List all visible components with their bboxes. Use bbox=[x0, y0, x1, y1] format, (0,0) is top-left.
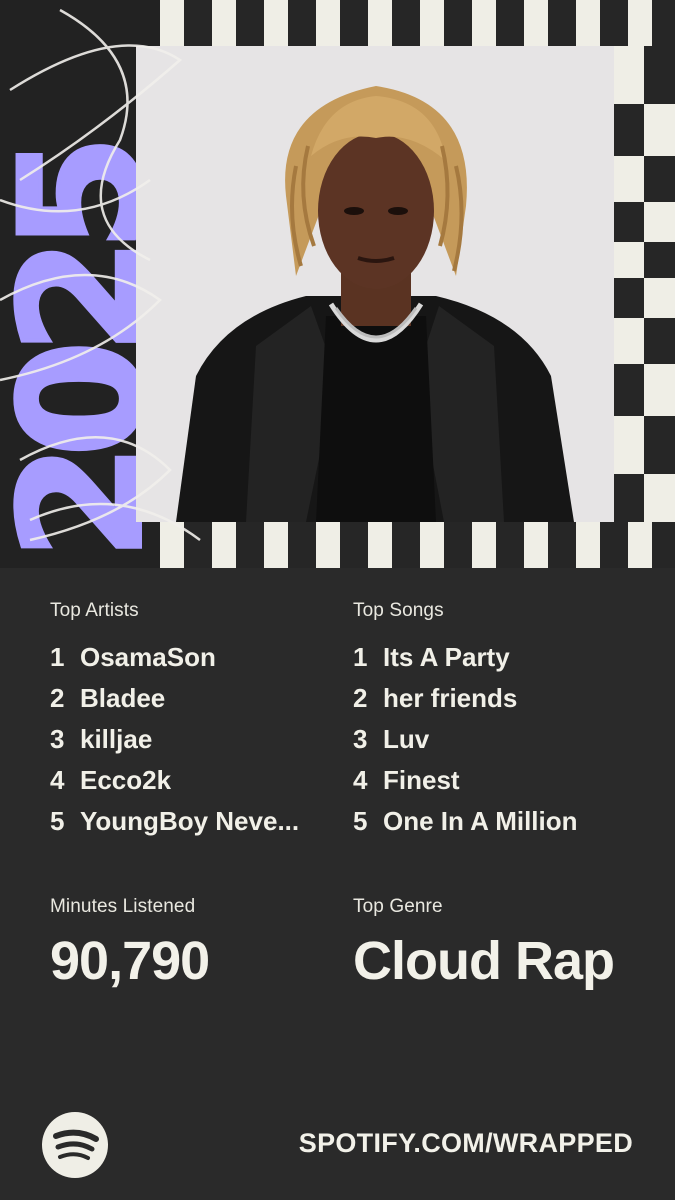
top-artists-list: 1 OsamaSon 2 Bladee 3 killjae 4 Ecco2k 5… bbox=[50, 642, 340, 847]
wrapped-link[interactable]: SPOTIFY.COM/WRAPPED bbox=[299, 1128, 633, 1159]
top-genre-label: Top Genre bbox=[353, 896, 443, 917]
rank-number: 4 bbox=[50, 765, 65, 795]
song-name: Luv bbox=[383, 724, 430, 754]
rank-number: 3 bbox=[50, 724, 65, 754]
artist-name: YoungBoy Neve... bbox=[80, 806, 300, 836]
song-name: Its A Party bbox=[383, 642, 510, 672]
list-item: 5 One In A Million bbox=[353, 806, 653, 847]
list-item: 2 Bladee bbox=[50, 683, 340, 724]
song-name: One In A Million bbox=[383, 806, 578, 836]
top-genre-value: Cloud Rap bbox=[353, 931, 615, 991]
list-item: 4 Finest bbox=[353, 765, 653, 806]
artwork-header: 2025 bbox=[0, 0, 675, 568]
list-item: 2 her friends bbox=[353, 683, 653, 724]
rank-number: 2 bbox=[353, 683, 368, 713]
rank-number: 1 bbox=[50, 642, 65, 672]
wrapped-card: 2025 Top Artists 1 OsamaSon 2 Bladee 3 k… bbox=[0, 0, 675, 1200]
artist-name: killjae bbox=[80, 724, 153, 754]
list-item: 3 Luv bbox=[353, 724, 653, 765]
spotify-logo-icon[interactable] bbox=[42, 1112, 108, 1178]
rank-number: 4 bbox=[353, 765, 368, 795]
artist-name: Ecco2k bbox=[80, 765, 172, 795]
list-item: 4 Ecco2k bbox=[50, 765, 340, 806]
top-genre-stat: Top Genre Cloud Rap bbox=[353, 896, 615, 992]
top-songs-label: Top Songs bbox=[353, 600, 444, 621]
top-songs-list: 1 Its A Party 2 her friends 3 Luv 4 Fine… bbox=[353, 642, 653, 847]
artist-name: Bladee bbox=[80, 683, 166, 713]
list-item: 5 YoungBoy Neve... bbox=[50, 806, 340, 847]
song-name: Finest bbox=[383, 765, 460, 795]
top-artists-label: Top Artists bbox=[50, 600, 139, 621]
list-item: 1 OsamaSon bbox=[50, 642, 340, 683]
artist-photo bbox=[136, 46, 614, 522]
list-item: 3 killjae bbox=[50, 724, 340, 765]
top-artists-section: Top Artists 1 OsamaSon 2 Bladee 3 killja… bbox=[50, 600, 340, 847]
rank-number: 5 bbox=[353, 806, 368, 836]
minutes-listened-stat: Minutes Listened 90,790 bbox=[50, 896, 210, 992]
minutes-listened-value: 90,790 bbox=[50, 931, 210, 991]
minutes-listened-label: Minutes Listened bbox=[50, 896, 196, 917]
rank-number: 1 bbox=[353, 642, 368, 672]
rank-number: 3 bbox=[353, 724, 368, 754]
rank-number: 2 bbox=[50, 683, 65, 713]
rank-number: 5 bbox=[50, 806, 65, 836]
song-name: her friends bbox=[383, 683, 518, 713]
list-item: 1 Its A Party bbox=[353, 642, 653, 683]
top-songs-section: Top Songs 1 Its A Party 2 her friends 3 … bbox=[353, 600, 653, 847]
artist-name: OsamaSon bbox=[80, 642, 216, 672]
